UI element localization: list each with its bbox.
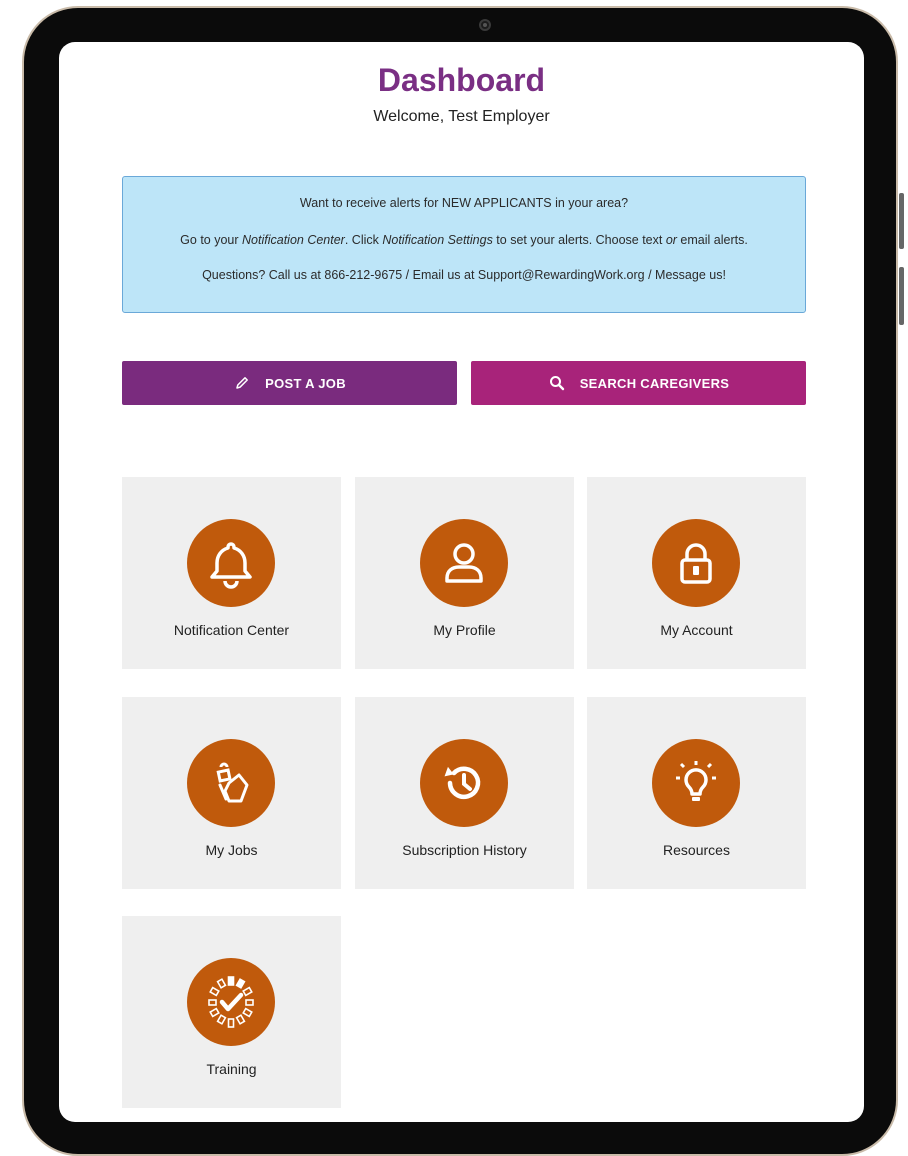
post-job-button[interactable]: POST A JOB <box>122 361 457 405</box>
lightbulb-icon <box>652 739 740 827</box>
tile-my-account[interactable]: My Account <box>587 477 806 669</box>
alert-line-3: Questions? Call us at 866-212-9675 / Ema… <box>202 268 726 282</box>
tile-notification-center[interactable]: Notification Center <box>122 477 341 669</box>
tile-label: Notification Center <box>173 622 290 638</box>
screen: Dashboard Welcome, Test Employer Want to… <box>59 42 864 1122</box>
tile-label: My Profile <box>433 622 496 638</box>
alert-line-1: Want to receive alerts for NEW APPLICANT… <box>299 196 629 210</box>
tile-my-jobs[interactable]: My Jobs <box>122 697 341 889</box>
post-job-label: POST A JOB <box>265 375 346 391</box>
tile-label: Training <box>206 1061 257 1077</box>
search-icon <box>548 374 566 392</box>
camera-icon <box>479 19 491 31</box>
welcome-text: Welcome, Test Employer <box>373 108 550 125</box>
tile-resources[interactable]: Resources <box>587 697 806 889</box>
alert-line-2: Go to your Notification Center. Click No… <box>180 233 748 247</box>
bell-icon <box>187 519 275 607</box>
training-check-icon <box>187 958 275 1046</box>
tile-my-profile[interactable]: My Profile <box>355 477 574 669</box>
search-caregivers-button[interactable]: SEARCH CAREGIVERS <box>471 361 806 405</box>
user-icon <box>420 519 508 607</box>
pencil-icon <box>233 374 251 392</box>
tile-subscription-history[interactable]: Subscription History <box>355 697 574 889</box>
search-caregivers-label: SEARCH CAREGIVERS <box>579 375 730 391</box>
tile-label: Resources <box>663 842 730 858</box>
lock-icon <box>652 519 740 607</box>
alert-box: Want to receive alerts for NEW APPLICANT… <box>122 176 806 313</box>
notification-settings-link[interactable]: Notification Settings <box>382 233 492 247</box>
history-icon <box>420 739 508 827</box>
tile-label: Subscription History <box>402 842 527 858</box>
notification-center-link[interactable]: Notification Center <box>242 233 345 247</box>
tile-label: My Account <box>660 622 733 638</box>
volume-down-button <box>899 267 904 325</box>
tile-label: My Jobs <box>205 842 258 858</box>
page-title: Dashboard <box>377 62 546 98</box>
tile-training[interactable]: Training <box>122 916 341 1108</box>
jobs-icon <box>187 739 275 827</box>
volume-up-button <box>899 193 904 249</box>
